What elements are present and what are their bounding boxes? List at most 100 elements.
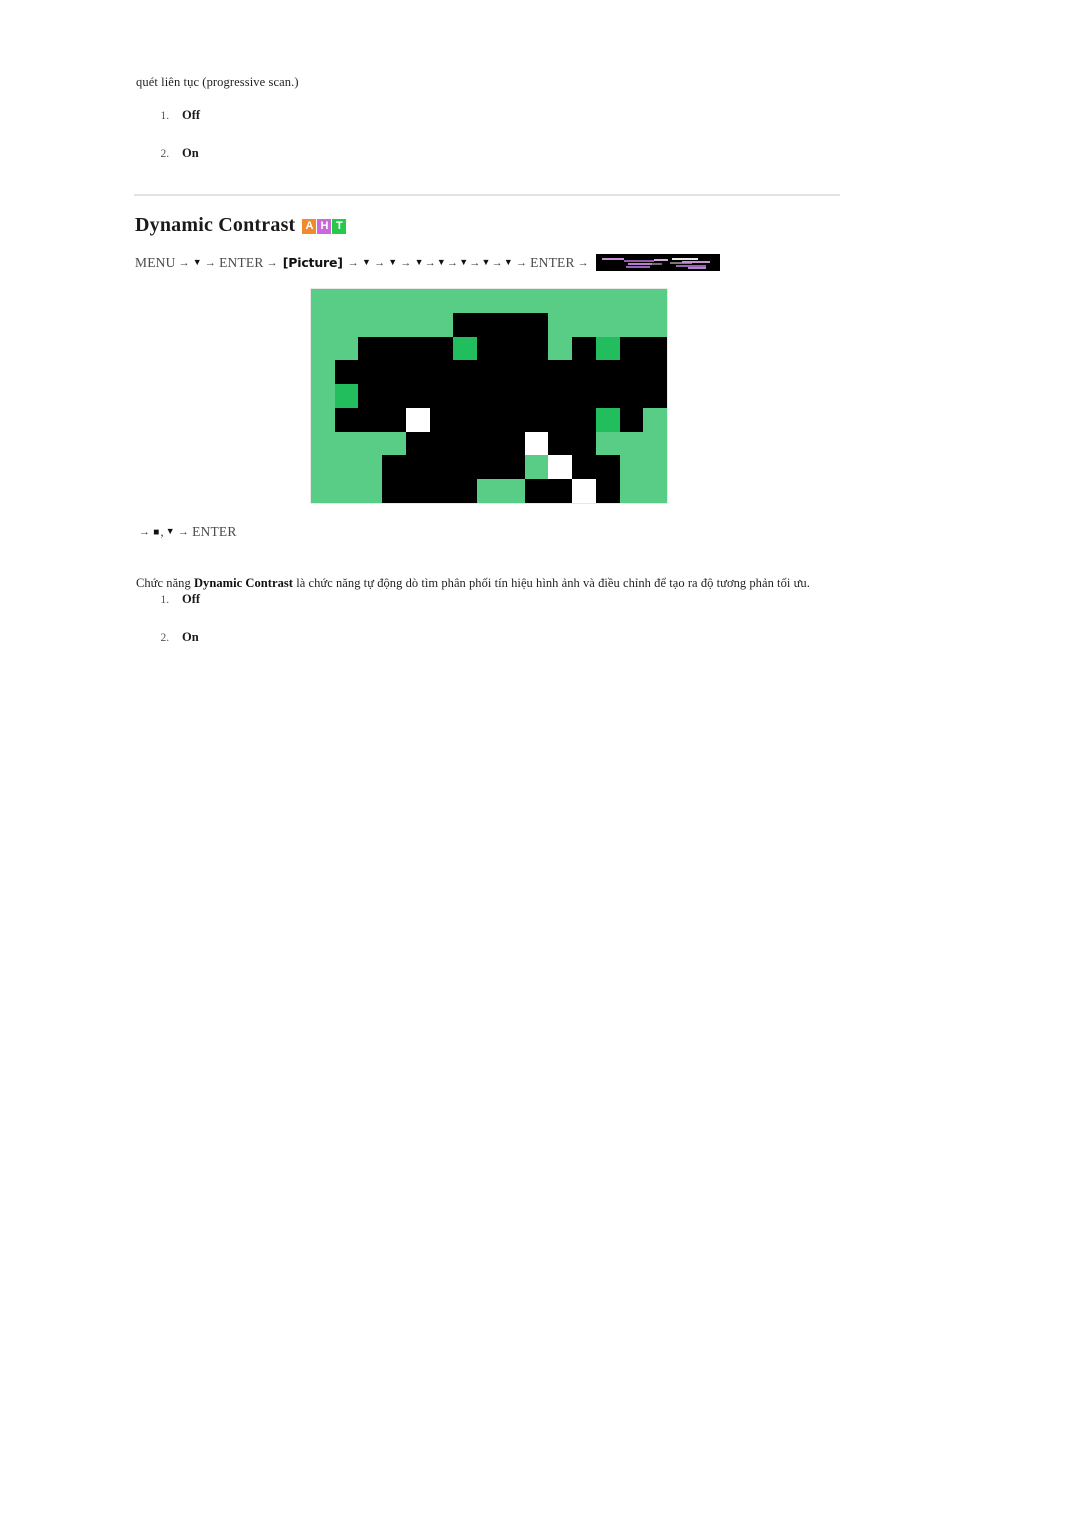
pixel-block	[382, 431, 406, 456]
pixel-block	[429, 336, 454, 361]
pixel-block	[477, 312, 501, 337]
down-arrow-icon: ▼	[503, 256, 513, 267]
down-arrow-icon: ▼	[388, 256, 398, 267]
pixel-block	[405, 455, 430, 480]
option-label: Off	[182, 108, 201, 122]
pixel-block	[500, 479, 525, 503]
pixel-block	[429, 431, 454, 456]
pixel-block	[453, 407, 478, 432]
pixel-block	[311, 289, 335, 313]
pixel-block	[453, 312, 478, 337]
pixel-block	[358, 479, 383, 503]
badge-tv-icon: T	[332, 219, 347, 234]
pixel-block	[595, 455, 620, 480]
description-bold-term: Dynamic Contrast	[193, 575, 294, 590]
pixel-block	[477, 336, 501, 361]
pixel-block	[500, 455, 525, 480]
pixel-block	[311, 384, 335, 408]
pixel-block	[524, 407, 549, 432]
pixel-block	[382, 479, 406, 503]
pixel-block	[453, 336, 478, 361]
pixel-block	[334, 312, 359, 337]
pixel-block	[405, 289, 430, 313]
pixel-block	[453, 289, 478, 313]
pixel-block	[524, 336, 549, 361]
pixel-block	[334, 479, 359, 503]
pixel-block	[334, 431, 359, 456]
pixel-block	[477, 407, 501, 432]
pixel-block	[619, 455, 644, 480]
pixel-block	[311, 360, 335, 385]
pixel-block	[548, 479, 573, 503]
arrow-icon: →	[347, 256, 359, 269]
arrow-icon: →	[447, 256, 459, 269]
pixel-block	[572, 431, 596, 456]
pixel-block	[500, 336, 525, 361]
pixel-block	[358, 336, 383, 361]
pixel-block	[619, 289, 644, 313]
badge-hdmi-icon: H	[317, 219, 332, 234]
pixel-block	[453, 360, 478, 385]
badge-analog-icon: A	[302, 219, 317, 234]
pixel-block	[548, 312, 573, 337]
pixel-block	[405, 312, 430, 337]
pixel-block	[453, 384, 478, 408]
section-divider	[134, 194, 840, 196]
pixel-block	[595, 479, 620, 503]
description-prefix: Chức năng	[136, 575, 194, 590]
pixel-block	[311, 312, 335, 337]
pixel-block	[358, 455, 383, 480]
description-paragraph: Chức năng Dynamic Contrast là chức năng …	[136, 575, 856, 592]
pixel-block	[405, 407, 430, 432]
pixel-block	[500, 431, 525, 456]
pixel-block	[643, 431, 667, 456]
document-page: quét liên tục (progressive scan.) Off On…	[0, 0, 1080, 1527]
pixel-block	[358, 431, 383, 456]
pixel-block	[429, 407, 454, 432]
pixel-block	[334, 336, 359, 361]
pixel-block	[595, 384, 620, 408]
pixel-block	[453, 479, 478, 503]
pixel-block	[524, 455, 549, 480]
description-suffix: là chức năng tự động dò tìm phân phối tí…	[293, 575, 810, 590]
pixel-block	[382, 289, 406, 313]
pixel-block	[500, 360, 525, 385]
down-arrow-icon: ▼	[436, 256, 447, 267]
down-arrow-icon: ▼	[361, 256, 372, 267]
pixel-block	[311, 455, 335, 480]
option-label: Off	[182, 592, 201, 606]
pixel-block	[548, 455, 573, 480]
pixel-block	[572, 384, 596, 408]
pixel-block	[572, 360, 596, 385]
arrow-icon: →	[400, 256, 412, 269]
pixel-block	[643, 455, 667, 480]
pixel-block	[548, 431, 573, 456]
pixel-block	[548, 289, 573, 313]
arrow-icon: →	[424, 256, 436, 269]
pixel-block	[500, 384, 525, 408]
pixel-block	[334, 289, 359, 313]
down-arrow-icon: ▼	[481, 256, 491, 267]
pixel-block	[477, 455, 501, 480]
pixel-block	[524, 479, 549, 503]
pixel-block	[429, 479, 454, 503]
pixel-block	[500, 312, 525, 337]
badge-group: A H T	[302, 219, 347, 234]
pixel-block	[453, 431, 478, 456]
pixel-block	[334, 384, 359, 408]
pixel-block	[572, 407, 596, 432]
pixel-block	[595, 431, 620, 456]
pixel-block	[311, 431, 335, 456]
intro-text: quét liên tục (progressive scan.)	[136, 75, 299, 89]
pixel-block	[429, 360, 454, 385]
pixel-block	[405, 360, 430, 385]
pixel-block	[429, 455, 454, 480]
pixel-block	[429, 312, 454, 337]
pixel-block	[572, 336, 596, 361]
picture-menu-label: [Picture]	[282, 255, 343, 270]
pixel-block	[477, 431, 501, 456]
enter-label: ENTER	[219, 254, 264, 270]
pixel-block	[548, 336, 573, 361]
options-list-bottom: Off On	[136, 592, 200, 668]
arrow-icon: →	[139, 526, 151, 538]
